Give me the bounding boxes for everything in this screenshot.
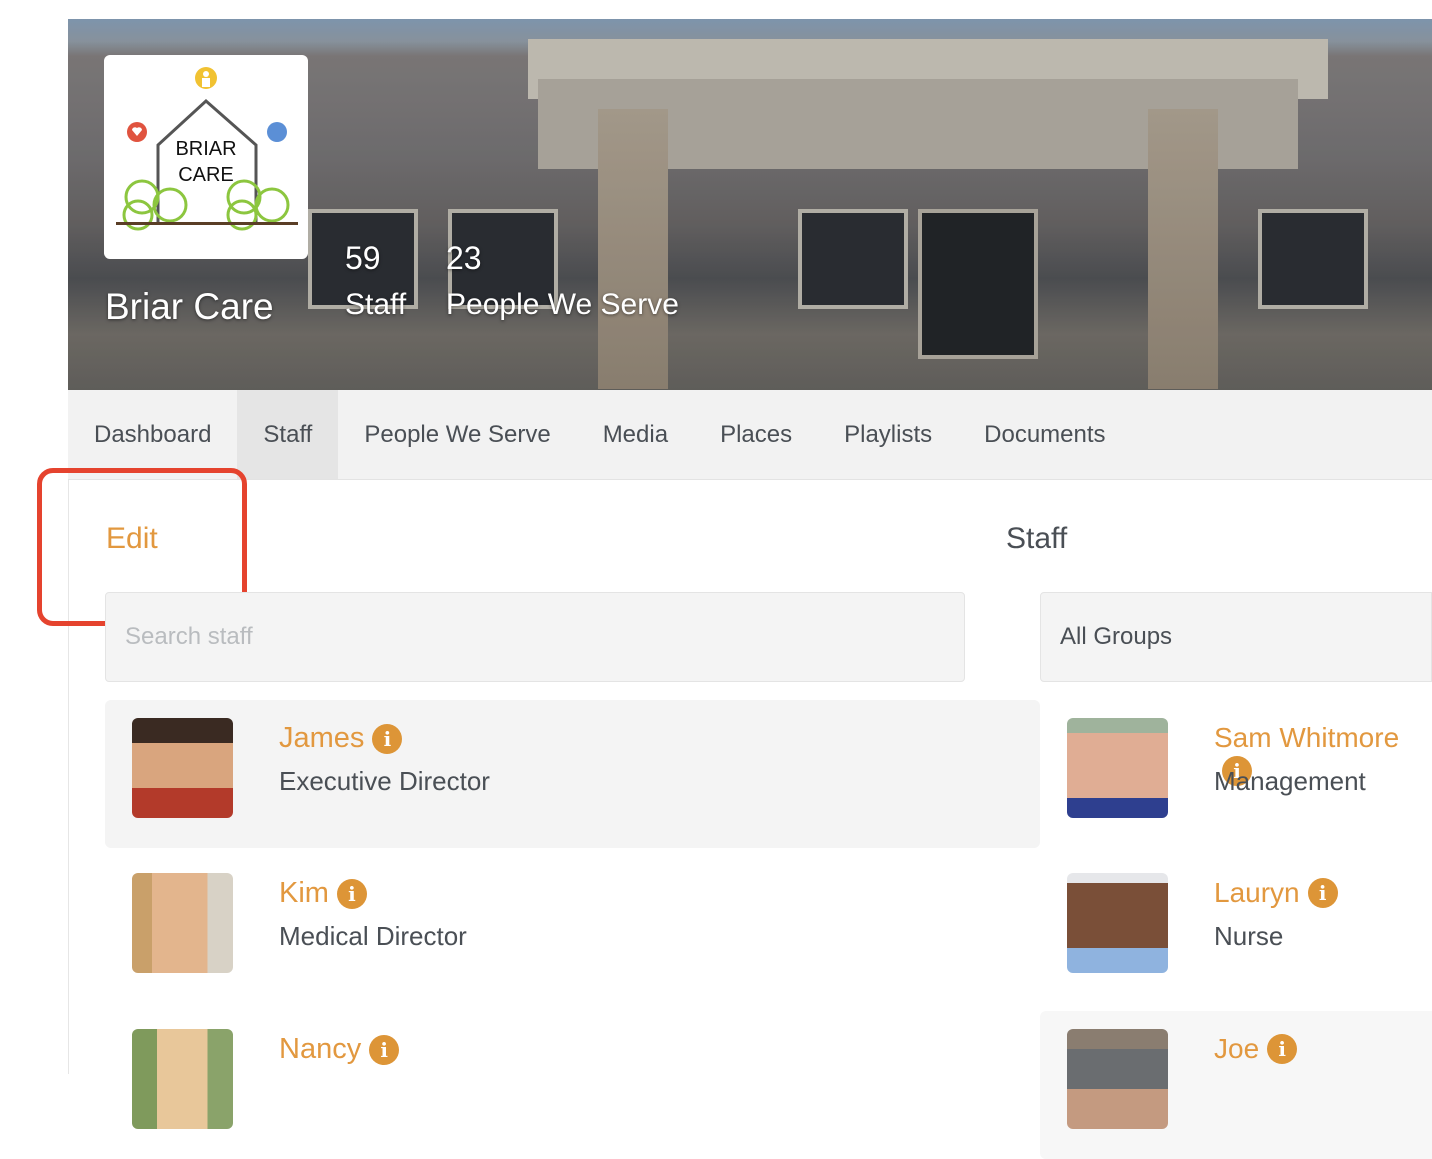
staff-role: Executive Director [279, 766, 490, 796]
search-input[interactable] [105, 592, 965, 682]
tab-bar: Dashboard Staff People We Serve Media Pl… [68, 390, 1432, 480]
info-icon[interactable]: i [369, 1034, 400, 1065]
org-name: Briar Care [105, 286, 274, 327]
stat-value: 23 [446, 240, 482, 276]
avatar [1067, 718, 1168, 818]
staff-role: Management [1214, 766, 1366, 796]
stat-people: 23 People We Serve [446, 240, 679, 322]
avatar [132, 1029, 233, 1129]
staff-name[interactable]: Lauryn [1214, 877, 1300, 909]
tab-places[interactable]: Places [694, 390, 818, 479]
stat-label: People We Serve [446, 288, 679, 321]
stat-label: Staff [345, 288, 407, 321]
staff-role: Medical Director [279, 921, 467, 951]
staff-card[interactable]: Nancy i [105, 1011, 1040, 1159]
info-icon[interactable]: i [1267, 1034, 1298, 1064]
tab-documents[interactable]: Documents [958, 390, 1131, 479]
info-icon[interactable]: i [1307, 878, 1338, 908]
stat-staff: 59 Staff [345, 240, 406, 322]
info-icon[interactable]: i [372, 723, 403, 754]
tab-playlists[interactable]: Playlists [818, 390, 958, 479]
section-title: Staff [1006, 522, 1068, 555]
staff-card[interactable]: Lauryn i Nurse [1040, 855, 1432, 1003]
staff-card[interactable]: Kim i Medical Director [105, 855, 1040, 1003]
info-icon[interactable]: i [336, 878, 367, 909]
org-logo: BRIAR CARE [104, 55, 308, 259]
staff-card[interactable]: James i Executive Director [105, 700, 1040, 848]
staff-card[interactable]: Sam Whitmore i Management [1040, 700, 1432, 848]
staff-name[interactable]: Joe [1214, 1033, 1259, 1065]
staff-name[interactable]: James [279, 722, 364, 755]
tab-people-we-serve[interactable]: People We Serve [338, 390, 576, 479]
staff-name[interactable]: Sam Whitmore [1214, 722, 1399, 754]
avatar [132, 718, 233, 818]
tab-dashboard[interactable]: Dashboard [68, 390, 237, 479]
avatar [132, 873, 233, 973]
svg-text:BRIAR: BRIAR [175, 138, 236, 160]
staff-role: Nurse [1214, 921, 1284, 951]
group-filter-select[interactable]: All Groups [1040, 592, 1432, 682]
svg-text:CARE: CARE [178, 164, 234, 186]
tab-media[interactable]: Media [577, 390, 694, 479]
avatar [1067, 873, 1168, 973]
stat-value: 59 [345, 240, 381, 276]
tab-staff[interactable]: Staff [237, 390, 339, 479]
staff-card[interactable]: Joe i [1040, 1011, 1432, 1159]
staff-name[interactable]: Kim [279, 877, 329, 910]
staff-name[interactable]: Nancy [279, 1033, 361, 1066]
avatar [1067, 1029, 1168, 1129]
